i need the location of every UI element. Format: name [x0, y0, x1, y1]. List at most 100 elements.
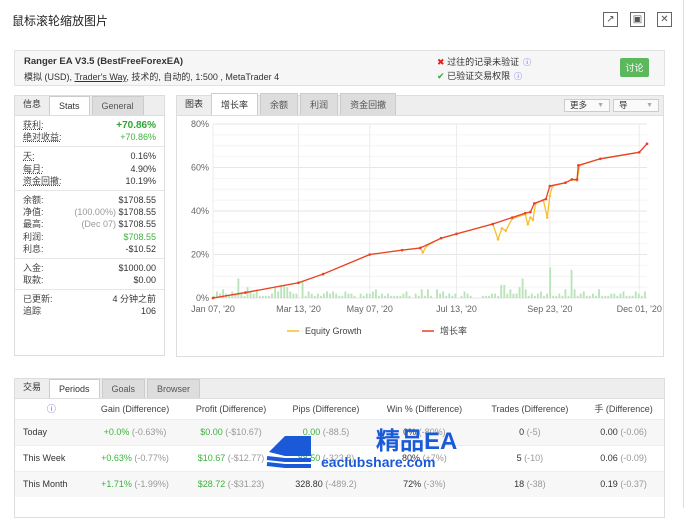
stat-note: (Dec 07) [81, 219, 119, 230]
volume-bar [420, 289, 423, 298]
data-point [504, 229, 508, 232]
stat-label: 每月: [23, 163, 44, 174]
divider [15, 189, 164, 191]
help-icon[interactable]: ⓘ [15, 399, 88, 419]
maximize-icon[interactable]: ▣ [630, 12, 645, 27]
stat-row: 最高: (Dec 07) $1708.55 [15, 218, 164, 230]
help-icon[interactable]: ⓘ [514, 72, 522, 81]
volume-bar [536, 293, 539, 298]
tab-stats[interactable]: Stats [49, 96, 90, 115]
volume-bar [243, 295, 246, 298]
volume-bar [258, 295, 261, 298]
volume-bar [601, 295, 604, 298]
stat-label: 利润: [23, 231, 44, 242]
tab-browser[interactable]: Browser [147, 379, 201, 398]
volume-bar [573, 289, 576, 298]
volume-bar [423, 295, 426, 298]
volume-bar [274, 287, 276, 298]
volume-bar [381, 293, 383, 298]
volume-bar [524, 289, 527, 298]
volume-bar [631, 295, 634, 298]
table-row: Today +0.0% (-0.63%) $0.00 (-$10.67) 0.00 (… [15, 418, 664, 445]
tab-general[interactable]: General [91, 96, 144, 115]
table-cell: 72% (-3%) [372, 470, 477, 497]
more-dropdown[interactable]: 更多 ▼ [564, 99, 610, 112]
divider [15, 146, 164, 148]
tab-drawdown[interactable]: 资金回撤 [340, 93, 397, 115]
volume-bar [576, 295, 579, 298]
tab-goals[interactable]: Goals [101, 379, 146, 398]
volume-bar [417, 295, 420, 298]
tab-balance[interactable]: 余额 [260, 93, 299, 115]
volume-bar [313, 295, 316, 298]
data-point [529, 210, 532, 214]
window-title: 鼠标滚轮缩放图片 [12, 14, 109, 28]
external-link-icon[interactable]: ↗ [603, 12, 618, 27]
close-icon[interactable]: ✕ [657, 12, 672, 27]
stat-value: $1000.00 [118, 262, 156, 273]
tab-periods[interactable]: Periods [49, 379, 100, 398]
stat-value: $1708.55 [118, 219, 156, 230]
volume-bar [237, 278, 240, 298]
stat-value: +70.86% [116, 120, 156, 131]
stat-label: 已更新: [23, 294, 53, 305]
account-header: Ranger EA V3.5 (BestFreeForexEA) 模拟 (USD… [14, 50, 665, 86]
y-tick-label: 40% [191, 206, 209, 216]
volume-bar [521, 278, 524, 298]
cross-icon: ✖ [437, 57, 445, 67]
volume-bar [319, 295, 322, 298]
data-point [439, 236, 443, 240]
stat-row: 已更新: 4 分钟之前 [15, 293, 164, 305]
data-point [564, 181, 567, 185]
volume-bar [289, 291, 292, 298]
data-point [531, 218, 535, 221]
volume-bar [463, 291, 466, 298]
volume-bar [387, 293, 390, 298]
account-name: Ranger EA V3.5 (BestFreeForexEA) [24, 56, 184, 67]
volume-bar [540, 291, 542, 298]
data-point [529, 216, 532, 219]
volume-bar [399, 295, 402, 298]
data-point [532, 202, 536, 205]
tab-growth[interactable]: 增长率 [211, 93, 259, 115]
volume-bar [307, 291, 310, 298]
help-icon[interactable]: ⓘ [523, 58, 531, 67]
volume-bar [506, 293, 509, 298]
discuss-button[interactable]: 讨论 [620, 58, 649, 77]
chart-label: 图表 [185, 99, 204, 109]
data-point [545, 216, 549, 219]
stat-label: 余额: [23, 194, 44, 205]
growth-chart: 0% 20% 40% 60% 80% Jan 07, '20 Mar 13, '20 May … [191, 119, 662, 336]
volume-bar [628, 295, 631, 298]
volume-bar [591, 293, 594, 298]
stat-value: 4.90% [130, 163, 156, 174]
volume-bar [353, 295, 356, 298]
volume-bar [543, 295, 545, 298]
volume-bar [310, 293, 313, 298]
table-cell: +0.63% (-0.77%) [87, 444, 183, 471]
stat-row: 入金: $1000.00 [15, 262, 164, 274]
table-cell: 0.00 (-88.5) [279, 418, 373, 445]
volume-bar [549, 267, 552, 298]
volume-bar [582, 291, 585, 298]
broker-link[interactable]: Trader's Way [75, 72, 127, 82]
data-point [491, 222, 495, 226]
tab-profit[interactable]: 利润 [300, 93, 339, 115]
volume-bar [451, 295, 454, 298]
volume-bar [610, 293, 613, 298]
y-tick-label: 0% [196, 293, 209, 303]
data-point [297, 281, 300, 285]
periods-panel: 交易 Periods Goals Browser ⓘ Gain (Differen… [14, 378, 665, 518]
stat-label: 净值: [23, 207, 44, 218]
export-dropdown[interactable]: 导 ▼ [613, 99, 659, 112]
volume-bar [497, 295, 500, 298]
stat-row: 净值: (100.00%) $1708.55 [15, 206, 164, 218]
volume-bar [512, 293, 515, 298]
table-header: ⓘ Gain (Difference) Profit (Difference) Pip… [15, 399, 664, 419]
scrollbar[interactable] [683, 0, 684, 508]
data-point [544, 197, 548, 201]
volume-bar [390, 295, 393, 298]
trading-privileges-status: 已验证交易权限 [447, 71, 511, 81]
stat-label: 追踪 [23, 306, 42, 317]
data-point [400, 248, 404, 252]
